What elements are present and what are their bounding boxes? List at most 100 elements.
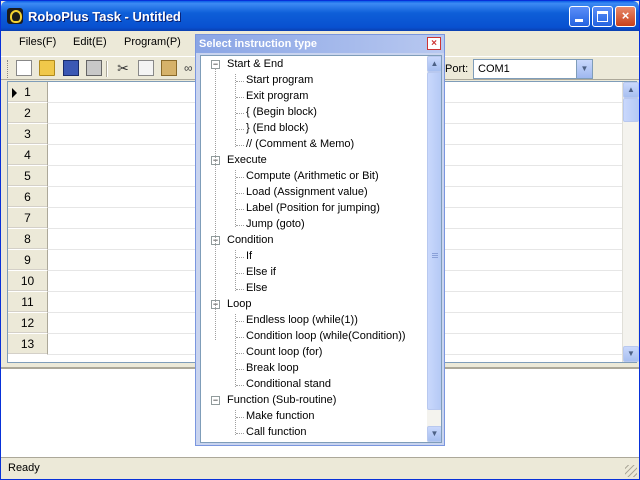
row-header[interactable]: 12 [8,313,48,334]
status-bar: Ready [1,457,639,479]
tree-item[interactable]: Exit program [201,90,425,106]
menu-program[interactable]: Program(P) [124,36,181,48]
collapse-icon[interactable]: − [211,396,220,405]
tree-item[interactable]: Start program [201,74,425,90]
tree-item-label: Exit program [246,90,309,102]
row-header[interactable]: 3 [8,124,48,145]
instruction-tree[interactable]: − Start & End Start program Exit program { (… [200,55,442,443]
scroll-thumb[interactable] [427,72,441,410]
scroll-down-icon[interactable]: ▼ [427,426,441,442]
tree-item-label: Condition loop (while(Condition)) [246,330,406,342]
tree-item[interactable]: } (End block) [201,122,425,138]
save-icon[interactable] [63,60,79,76]
tree-item[interactable]: Jump (goto) [201,218,425,234]
row-number: 3 [24,127,31,141]
tree-connector [236,257,244,258]
close-button[interactable]: × [615,6,636,27]
tree-connector [236,337,244,338]
row-header[interactable]: 7 [8,208,48,229]
row-number: 10 [20,274,35,288]
row-number: 11 [21,295,34,309]
tree-item[interactable]: Endless loop (while(1)) [201,314,425,330]
tree-item[interactable]: If [201,250,425,266]
new-file-icon[interactable] [16,60,32,76]
tree-group-label: Start & End [227,58,284,70]
maximize-icon [597,11,608,22]
row-header[interactable]: 2 [8,103,48,124]
tree-item-label: Call function [246,426,307,438]
tree-item[interactable]: Compute (Arithmetic or Bit) [201,170,425,186]
row-number: 6 [24,190,31,204]
row-header[interactable]: 13 [8,334,48,355]
dialog-title-bar[interactable]: Select instruction type × [196,35,444,53]
resize-grip-icon[interactable] [625,465,637,477]
tree-connector [236,145,244,146]
tree-item[interactable]: Conditional stand [201,378,425,394]
tree-item-label: Load (Assignment value) [246,186,368,198]
tree-item[interactable]: Break loop [201,362,425,378]
row-header[interactable]: 9 [8,250,48,271]
status-text: Ready [8,462,40,474]
tree-item[interactable]: Count loop (for) [201,346,425,362]
tree-item[interactable]: { (Begin block) [201,106,425,122]
tree-connector [236,97,244,98]
menu-edit[interactable]: Edit(E) [73,36,107,48]
row-header[interactable]: 5 [8,166,48,187]
tree-item-label: Jump (goto) [246,218,305,230]
row-number: 7 [24,211,31,225]
window-title: RoboPlus Task - Untitled [28,9,181,24]
scroll-thumb[interactable] [623,98,639,122]
row-number: 13 [20,337,35,351]
scroll-up-icon[interactable]: ▲ [623,82,639,98]
chevron-down-icon[interactable]: ▼ [576,60,592,78]
tree-item-label: Make function [246,410,315,422]
tree-item[interactable]: Else if [201,266,425,282]
row-number: 5 [24,169,31,183]
row-header[interactable]: 4 [8,145,48,166]
tree-item-label: Start program [246,74,314,86]
row-header[interactable]: 1 [8,82,48,103]
tree-connector [236,225,244,226]
tree-scrollbar[interactable]: ▲ ▼ [427,56,441,442]
grid-scrollbar[interactable]: ▲ ▼ [622,82,639,362]
row-header[interactable]: 8 [8,229,48,250]
dialog-close-button[interactable]: × [427,37,441,50]
port-select[interactable]: COM1 ▼ [473,59,593,79]
tree-item-label: } (End block) [246,122,309,134]
menu-files[interactable]: Files(F) [19,36,56,48]
tree-group-label: Execute [227,154,267,166]
link-icon[interactable]: ∞ [184,60,194,76]
row-header[interactable]: 11 [8,292,48,313]
minimize-icon [575,19,583,22]
tree-connector [236,433,244,434]
scroll-up-icon[interactable]: ▲ [427,56,441,72]
tree-connector [236,369,244,370]
cut-icon[interactable]: ✂ [115,60,131,76]
open-folder-icon[interactable] [39,60,55,76]
tree-group-label: Loop [227,298,252,310]
row-number: 9 [24,253,31,267]
tree-item[interactable]: Call function [201,426,425,442]
toolbar-grip[interactable] [7,60,10,78]
tree-item[interactable]: Make function [201,410,425,426]
maximize-button[interactable] [592,6,613,27]
tree-group-label: Condition [227,234,274,246]
tree-item[interactable]: Load (Assignment value) [201,186,425,202]
tree-item[interactable]: Label (Position for jumping) [201,202,425,218]
row-header[interactable]: 6 [8,187,48,208]
minimize-button[interactable] [569,6,590,27]
tree-connector [236,385,244,386]
tree-item-label: // (Comment & Memo) [246,138,355,150]
title-bar[interactable]: RoboPlus Task - Untitled × [1,1,639,31]
tree-connector [236,289,244,290]
tree-item[interactable]: Else [201,282,425,298]
scroll-down-icon[interactable]: ▼ [623,346,639,362]
paste-icon[interactable] [161,60,177,76]
tree-item[interactable]: Condition loop (while(Condition)) [201,330,425,346]
copy-icon[interactable] [138,60,154,76]
tree-item[interactable]: // (Comment & Memo) [201,138,425,154]
row-header[interactable]: 10 [8,271,48,292]
print-icon[interactable] [86,60,102,76]
toolbar-separator [106,61,108,77]
dialog-title: Select instruction type [199,38,317,50]
